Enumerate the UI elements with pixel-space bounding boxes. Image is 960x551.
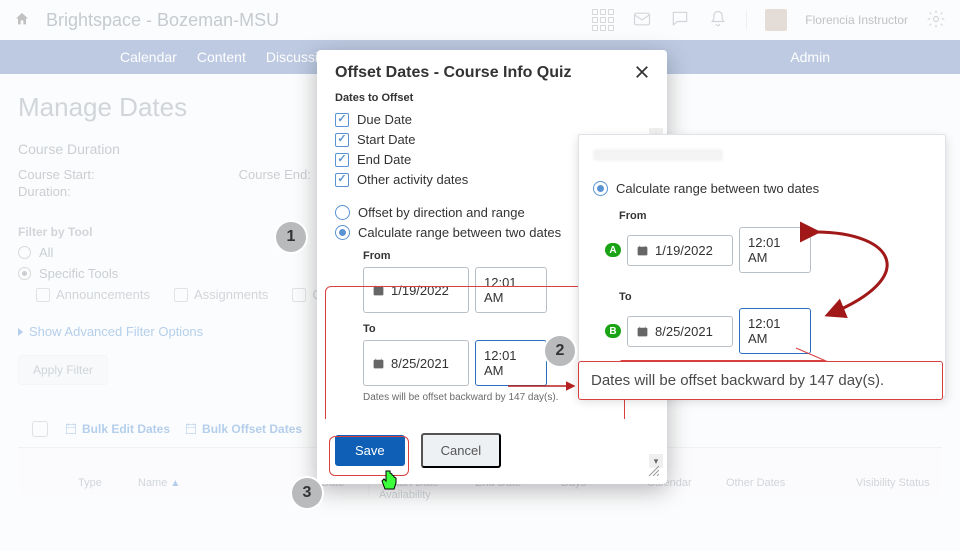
callout-note-large: Dates will be offset backward by 147 day… bbox=[578, 361, 943, 400]
callout-calc-label: Calculate range between two dates bbox=[616, 181, 819, 196]
bulk-offset-label: Bulk Offset Dates bbox=[202, 422, 302, 436]
callout-to-time-value: 12:01 AM bbox=[748, 316, 802, 346]
tool-announcements-check[interactable] bbox=[36, 288, 50, 302]
arrow-to-note bbox=[508, 376, 588, 396]
end-date-check[interactable] bbox=[335, 153, 349, 167]
step-2-marker: 2 bbox=[545, 336, 575, 366]
tool-announcements-label: Announcements bbox=[56, 287, 150, 302]
close-icon[interactable] bbox=[635, 65, 649, 82]
filter-all-label: All bbox=[39, 245, 53, 260]
gear-icon[interactable] bbox=[926, 8, 946, 33]
start-date-check[interactable] bbox=[335, 133, 349, 147]
callout-from-time-value: 12:01 AM bbox=[748, 235, 802, 265]
brand-title[interactable]: Brightspace - Bozeman-MSU bbox=[46, 10, 279, 31]
username[interactable]: Florencia Instructor bbox=[805, 13, 908, 27]
advanced-filter-label: Show Advanced Filter Options bbox=[29, 324, 203, 339]
calculate-range-radio[interactable] bbox=[335, 225, 350, 240]
course-end-label: Course End: bbox=[239, 167, 311, 182]
avatar[interactable] bbox=[765, 9, 787, 31]
to-time-value: 12:01 AM bbox=[484, 348, 538, 378]
select-all-check[interactable] bbox=[32, 421, 48, 437]
start-date-label: Start Date bbox=[357, 132, 416, 147]
arrow-curved bbox=[800, 222, 930, 332]
col-name-label: Name bbox=[138, 477, 167, 489]
top-bar: Brightspace - Bozeman-MSU Florencia Inst… bbox=[0, 0, 960, 40]
step-1-marker: 1 bbox=[276, 222, 306, 252]
chat-icon[interactable] bbox=[670, 8, 690, 33]
col-availability: Availability Start Date End Date Days Ca… bbox=[368, 485, 716, 495]
step-3-marker: 3 bbox=[292, 478, 322, 508]
from-time-value: 12:01 AM bbox=[484, 275, 538, 305]
from-date-value: 1/19/2022 bbox=[391, 283, 449, 298]
col-visibility[interactable]: Visibility Status bbox=[846, 473, 942, 495]
due-date-check[interactable] bbox=[335, 113, 349, 127]
sort-asc-icon: ▲ bbox=[170, 478, 180, 489]
tool-calendar-check[interactable] bbox=[292, 288, 306, 302]
offset-direction-radio[interactable] bbox=[335, 205, 350, 220]
bulk-edit-dates-link[interactable]: Bulk Edit Dates bbox=[64, 422, 170, 436]
blurred-strip bbox=[593, 149, 723, 161]
filter-all-radio[interactable] bbox=[18, 246, 31, 259]
callout-calc-radio[interactable] bbox=[593, 181, 608, 196]
from-time-input[interactable]: 12:01 AM bbox=[475, 267, 547, 313]
save-button[interactable]: Save bbox=[335, 435, 405, 466]
bell-icon[interactable] bbox=[708, 8, 728, 33]
divider bbox=[746, 10, 747, 30]
to-date-value: 8/25/2021 bbox=[391, 356, 449, 371]
dialog-title: Offset Dates - Course Info Quiz bbox=[335, 64, 571, 82]
bulk-offset-dates-link[interactable]: Bulk Offset Dates bbox=[184, 422, 302, 436]
callout-from-label: From bbox=[619, 210, 933, 222]
cancel-button[interactable]: Cancel bbox=[421, 433, 501, 468]
col-type[interactable]: Type bbox=[68, 473, 128, 495]
due-date-label: Due Date bbox=[357, 112, 412, 127]
home-icon[interactable] bbox=[14, 11, 30, 30]
offset-direction-label: Offset by direction and range bbox=[358, 205, 525, 220]
col-other[interactable]: Other Dates bbox=[716, 473, 846, 495]
resize-grip-icon[interactable] bbox=[647, 464, 659, 476]
callout-to-date-input[interactable]: 8/25/2021 bbox=[627, 316, 733, 347]
marker-b: B bbox=[605, 324, 621, 338]
from-date-input[interactable]: 1/19/2022 bbox=[363, 267, 469, 313]
nav-calendar[interactable]: Calendar bbox=[120, 49, 177, 65]
col-name[interactable]: Name ▲ bbox=[128, 473, 288, 495]
calculate-range-label: Calculate range between two dates bbox=[358, 225, 561, 240]
dates-to-offset-heading: Dates to Offset bbox=[335, 92, 649, 104]
course-start-label: Course Start: bbox=[18, 167, 95, 182]
mail-icon[interactable] bbox=[632, 8, 652, 33]
to-date-input[interactable]: 8/25/2021 bbox=[363, 340, 469, 386]
tool-assignments-check[interactable] bbox=[174, 288, 188, 302]
callout-to-date-value: 8/25/2021 bbox=[655, 324, 713, 339]
filter-specific-label: Specific Tools bbox=[39, 266, 118, 281]
callout-from-date-value: 1/19/2022 bbox=[655, 243, 713, 258]
marker-a: A bbox=[605, 243, 621, 257]
tool-assignments-label: Assignments bbox=[194, 287, 268, 302]
chevron-right-icon bbox=[18, 328, 23, 336]
duration-label: Duration: bbox=[18, 184, 71, 199]
nav-content[interactable]: Content bbox=[197, 49, 246, 65]
end-date-label: End Date bbox=[357, 152, 411, 167]
bulk-edit-label: Bulk Edit Dates bbox=[82, 422, 170, 436]
cursor-icon bbox=[378, 469, 400, 498]
apps-icon[interactable] bbox=[592, 9, 614, 31]
apply-filter-button[interactable]: Apply Filter bbox=[18, 355, 108, 385]
callout-from-date-input[interactable]: 1/19/2022 bbox=[627, 235, 733, 266]
nav-admin[interactable]: Admin bbox=[790, 49, 840, 65]
filter-specific-radio[interactable] bbox=[18, 267, 31, 280]
other-activity-check[interactable] bbox=[335, 173, 349, 187]
other-activity-label: Other activity dates bbox=[357, 172, 468, 187]
